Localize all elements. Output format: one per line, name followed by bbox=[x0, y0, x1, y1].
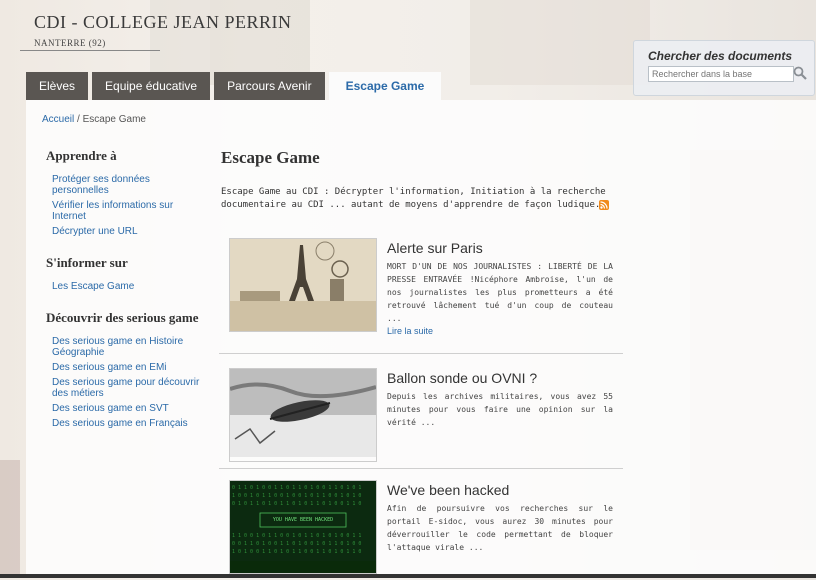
tab-parcours-avenir[interactable]: Parcours Avenir bbox=[214, 72, 325, 100]
article-thumbnail[interactable] bbox=[229, 238, 377, 332]
main-nav-tabs: Elèves Equipe éducative Parcours Avenir … bbox=[26, 72, 442, 100]
tab-equipe-educative[interactable]: Equipe éducative bbox=[92, 72, 211, 100]
svg-text:0 1 1 0 1 0 0 1 1 0 1 1 0 1 0: 0 1 1 0 1 0 0 1 1 0 1 1 0 1 0 0 1 1 0 1 … bbox=[232, 485, 361, 491]
sidebar-link[interactable]: Des serious game pour découvrir des méti… bbox=[52, 377, 206, 399]
sidebar-heading-serious-game: Découvrir des serious game bbox=[46, 310, 199, 325]
read-more-link[interactable]: Lire la suite bbox=[387, 325, 613, 338]
svg-text:1 0 0 1 0 1 1 0 0 1 0 0 1 0 1: 1 0 0 1 0 1 1 0 0 1 0 0 1 0 1 1 0 0 1 0 … bbox=[232, 493, 361, 499]
breadcrumb: Accueil / Escape Game bbox=[42, 114, 146, 125]
main-panel: Accueil / Escape Game Apprendre à Protég… bbox=[26, 100, 816, 578]
article-divider bbox=[219, 353, 623, 354]
sidebar-link[interactable]: Des serious game en SVT bbox=[52, 403, 206, 414]
sidebar-list-apprendre: Protéger ses données personnelles Vérifi… bbox=[52, 174, 206, 237]
hacked-thumb-caption: YOU HAVE BEEN HACKED bbox=[272, 517, 334, 523]
search-panel: Chercher des documents bbox=[633, 40, 815, 96]
sidebar-link[interactable]: Protéger ses données personnelles bbox=[52, 174, 206, 196]
page-title: Escape Game bbox=[221, 148, 320, 167]
article-thumbnail[interactable]: 0 1 1 0 1 0 0 1 1 0 1 1 0 1 0 0 1 1 0 1 … bbox=[229, 480, 377, 574]
article-title[interactable]: Ballon sonde ou OVNI ? bbox=[387, 370, 537, 386]
article-item: Alerte sur Paris MORT D'UN DE NOS JOURNA… bbox=[221, 238, 626, 338]
article-excerpt-text: MORT D'UN DE NOS JOURNALISTES : LIBERTÉ … bbox=[387, 262, 613, 323]
sidebar-heading-informer: S'informer sur bbox=[46, 255, 128, 270]
sidebar-list-informer: Les Escape Game bbox=[52, 281, 206, 292]
site-subtitle: NANTERRE (92) bbox=[34, 38, 106, 48]
search-title: Chercher des documents bbox=[648, 49, 793, 63]
title-divider bbox=[20, 50, 160, 51]
sidebar-link[interactable]: Des serious game en Histoire Géographie bbox=[52, 336, 206, 358]
search-input[interactable] bbox=[648, 66, 794, 82]
svg-text:1 0 1 0 0 1 1 0 1 0 1 1 0 0 1: 1 0 1 0 0 1 1 0 1 0 1 1 0 0 1 1 0 1 0 1 … bbox=[232, 549, 361, 555]
svg-text:1 1 0 0 1 0 1 1 0 0 1 0 1 1 0: 1 1 0 0 1 0 1 1 0 0 1 0 1 1 0 1 0 1 0 0 … bbox=[232, 533, 361, 539]
site-title: CDI - COLLEGE JEAN PERRIN bbox=[34, 12, 292, 32]
main-content: Escape Game Escape Game au CDI : Décrypt… bbox=[219, 148, 626, 574]
svg-text:0 0 1 1 0 1 0 0 1 1 0 1 0 0 1: 0 0 1 1 0 1 0 0 1 1 0 1 0 0 1 0 1 1 0 1 … bbox=[232, 541, 361, 547]
article-excerpt: Depuis les archives militaires, vous ave… bbox=[387, 392, 613, 427]
tab-eleves[interactable]: Elèves bbox=[26, 72, 89, 100]
bottom-bar bbox=[0, 574, 816, 578]
article-excerpt: MORT D'UN DE NOS JOURNALISTES : LIBERTÉ … bbox=[387, 260, 613, 338]
sidebar-list-serious-game: Des serious game en Histoire Géographie … bbox=[52, 336, 206, 429]
intro-text: Escape Game au CDI : Décrypter l'informa… bbox=[221, 187, 606, 210]
svg-text:0 1 0 1 1 0 1 0 1 1 0 1 0 1 1: 0 1 0 1 1 0 1 0 1 1 0 1 0 1 1 0 1 0 0 1 … bbox=[232, 501, 361, 507]
sidebar-link[interactable]: Décrypter une URL bbox=[52, 226, 206, 237]
breadcrumb-separator: / bbox=[77, 114, 80, 125]
breadcrumb-current: Escape Game bbox=[82, 114, 146, 125]
article-excerpt: Afin de poursuivre vos recherches sur le… bbox=[387, 504, 613, 552]
sidebar-link[interactable]: Les Escape Game bbox=[52, 281, 206, 292]
sidebar: Apprendre à Protéger ses données personn… bbox=[46, 148, 206, 447]
article-title[interactable]: We've been hacked bbox=[387, 482, 509, 498]
sidebar-link[interactable]: Des serious game en EMi bbox=[52, 362, 206, 373]
magnifier-icon[interactable] bbox=[792, 65, 808, 81]
article-item: Ballon sonde ou OVNI ? Depuis les archiv… bbox=[221, 368, 626, 468]
sidebar-link[interactable]: Vérifier les informations sur Internet bbox=[52, 200, 206, 222]
article-item: 0 1 1 0 1 0 0 1 1 0 1 1 0 1 0 0 1 1 0 1 … bbox=[221, 480, 626, 580]
breadcrumb-home-link[interactable]: Accueil bbox=[42, 114, 74, 125]
article-title[interactable]: Alerte sur Paris bbox=[387, 240, 483, 256]
article-divider bbox=[219, 468, 623, 469]
sidebar-heading-apprendre: Apprendre à bbox=[46, 148, 117, 163]
rss-icon[interactable] bbox=[599, 200, 609, 210]
article-thumbnail[interactable] bbox=[229, 368, 377, 462]
tab-escape-game[interactable]: Escape Game bbox=[328, 72, 442, 100]
sidebar-link[interactable]: Des serious game en Français bbox=[52, 418, 206, 429]
